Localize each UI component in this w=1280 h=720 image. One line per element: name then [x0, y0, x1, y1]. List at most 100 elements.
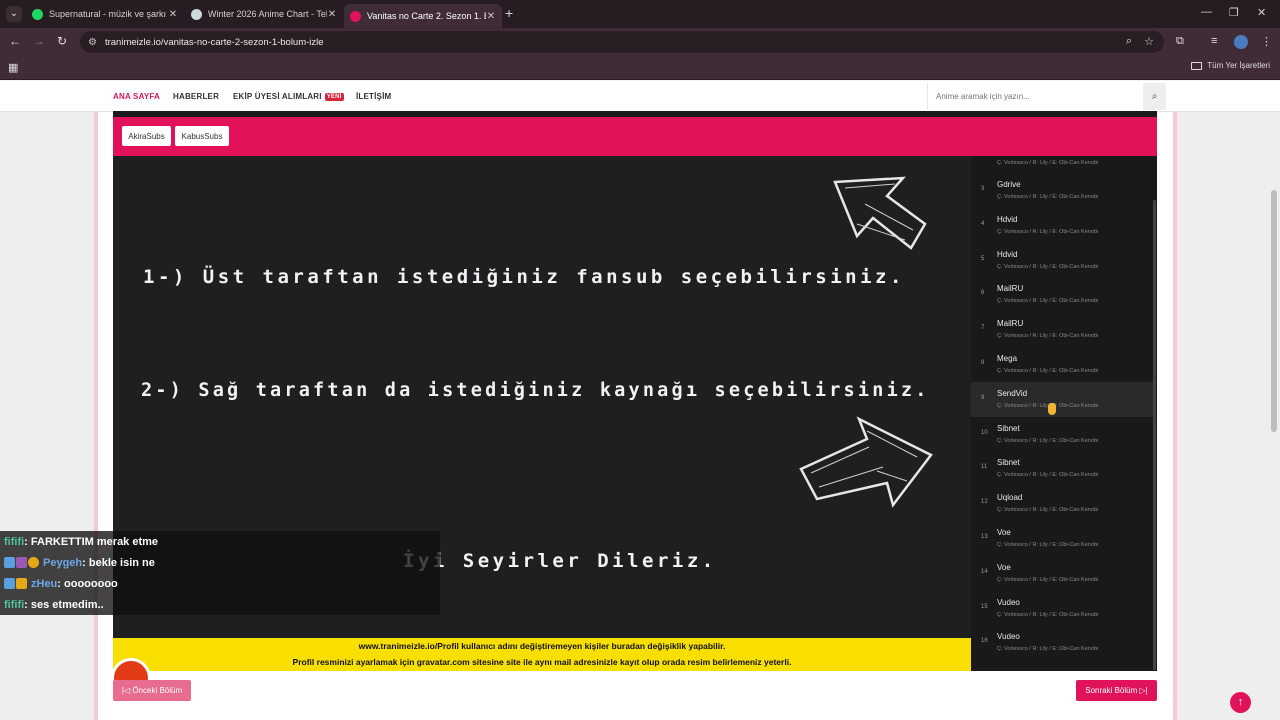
arrow-right-icon: [799, 416, 933, 508]
source-credit: Ç: Vorlessco / R: Lily / E: Obi-Can Keno…: [997, 437, 1099, 444]
source-item-sibnet[interactable]: 11 Sibnet Ç: Vorlessco / R: Lily / E: Obi-…: [971, 451, 1153, 486]
source-number: 13: [981, 534, 988, 540]
source-name: Sibnet: [997, 423, 1020, 433]
back-icon[interactable]: ←: [9, 34, 21, 48]
source-item-hdvid[interactable]: 4 Hdvid Ç: Vorlessco / R: Lily / E: Obi-Ca…: [971, 208, 1153, 243]
media-control-icon[interactable]: ≡: [1211, 35, 1217, 47]
folder-icon: [1191, 61, 1203, 70]
search-icon[interactable]: ⌕: [1143, 83, 1166, 110]
chat-message: zHeu : oooooooo: [0, 573, 440, 594]
scroll-top-icon[interactable]: ↑: [1230, 692, 1251, 713]
nav-staff-recruitment[interactable]: EKİP ÜYESİ ALIMLARI YENİ: [233, 92, 344, 101]
source-credit: Ç: Vorlessco / R: Lily / E: Obi-Can Keno…: [997, 542, 1099, 548]
source-credit: Ç: Vorlessco / R: Lily / E: Obi-Can Keno…: [997, 263, 1099, 270]
source-item-sendvid[interactable]: 9SendVidÇ: Vorlessco / R: Lily / E: Obi-…: [971, 381, 1153, 417]
profile-avatar[interactable]: [1234, 35, 1248, 49]
source-item-hdvid[interactable]: 5 Hdvid Ç: Vorlessco / R: Lily / E: Obi-Ca…: [971, 243, 1153, 278]
badge-icon: [4, 578, 15, 589]
source-credit: Ç: Vorlessco / R: Lily / E: Obi-Can Keno…: [997, 611, 1099, 618]
source-item-uqload[interactable]: 12 Uqload Ç: Vorlessco / R: Lily / E: Obi-…: [971, 486, 1153, 521]
minimize-icon[interactable]: —: [1201, 6, 1212, 18]
source-item-voe[interactable]: 14 Voe Ç: Vorlessco / R: Lily / E: Obi-Can…: [971, 556, 1153, 591]
zoom-icon[interactable]: ⌕: [1126, 35, 1132, 48]
search-input[interactable]: [936, 92, 1136, 101]
browser-tab-spotify[interactable]: Supernatural - müzik ve şarkı sö ✕: [26, 4, 184, 24]
window-close-icon[interactable]: ✕: [1257, 6, 1266, 19]
source-credit: Ç: Vorlessco / R: Lily / E: Obi-Can Keno…: [997, 368, 1099, 374]
source-name: MailRU: [997, 284, 1024, 294]
close-icon[interactable]: ✕: [327, 9, 337, 20]
source-name: SendVid: [997, 388, 1028, 398]
tab-search-icon[interactable]: ⌄: [6, 6, 22, 22]
source-item-voe[interactable]: 13 Voe Ç: Vorlessco / R: Lily / E: Obi-Can…: [971, 521, 1153, 556]
source-name: Mega: [997, 354, 1018, 363]
chat-username: fififi: [4, 598, 25, 611]
source-number: 6: [981, 290, 985, 297]
reload-icon[interactable]: ↻: [57, 34, 67, 48]
source-item-vudeo[interactable]: 15 Vudeo Ç: Vorlessco / R: Lily / E: Obi-C…: [971, 591, 1153, 626]
source-credit: Ç: Vorlessco / R: Lily / E: Obi-Can Keno…: [997, 160, 1099, 166]
restore-icon[interactable]: ❐: [1229, 6, 1239, 19]
source-number: 10: [981, 429, 988, 436]
globe-icon: [191, 8, 202, 20]
source-name: Vudeo: [997, 632, 1020, 642]
video-instruction-2: 2-) Sağ taraftan da istediğiniz kaynağı …: [141, 380, 930, 401]
previous-episode-button[interactable]: |◁ Önceki Bölüm: [113, 680, 191, 701]
browser-tab-anichart[interactable]: Winter 2026 Anime Chart - Tele ✕: [185, 4, 343, 24]
source-item-sibnet[interactable]: 10 Sibnet Ç: Vorlessco / R: Lily / E: Obi-…: [971, 417, 1153, 452]
nav-home[interactable]: ANA SAYFA: [113, 92, 160, 101]
source-number: 5: [981, 255, 985, 262]
spotify-icon: [32, 8, 43, 20]
chat-username: Peygeh: [43, 556, 83, 569]
source-credit: Ç: Vorlessco / R: Lily / E: Obi-Can Keno…: [997, 646, 1099, 653]
source-name: Vudeo: [997, 597, 1020, 607]
source-credit: Ç: Vorlessco / R: Lily / E: Obi-Can Keno…: [997, 228, 1099, 235]
all-bookmarks-label: Tüm Yer İşaretleri: [1207, 61, 1270, 70]
page-scrollbar[interactable]: [1271, 190, 1277, 432]
arrow-up-left-icon: [833, 176, 927, 250]
source-item-mega[interactable]: 8 Mega Ç: Vorlessco / R: Lily / E: Obi-Can…: [971, 347, 1153, 382]
chat-message: fififi : FARKETTIM merak etme: [0, 531, 440, 552]
url-text[interactable]: tranimeizle.io/vanitas-no-carte-2-sezon-…: [105, 37, 324, 48]
source-credit: Ç: Vorlessco / R: Lily / E: Obi-Can Keno…: [997, 194, 1099, 200]
badge-icon: [16, 578, 27, 589]
nav-staff-label: EKİP ÜYESİ ALIMLARI: [233, 92, 322, 101]
source-number: 7: [981, 325, 985, 332]
chat-text: : bekle isin ne: [82, 556, 155, 569]
chat-message: fififi : ses etmedim..: [0, 594, 440, 615]
bookmark-star-icon[interactable]: ☆: [1144, 35, 1154, 48]
all-bookmarks[interactable]: Tüm Yer İşaretleri: [1191, 61, 1270, 70]
fansub-akirasubs-button[interactable]: AkiraSubs: [122, 126, 171, 146]
browser-tabstrip: ⌄ Supernatural - müzik ve şarkı sö ✕ Win…: [0, 0, 1280, 28]
address-bar[interactable]: ⚙ tranimeizle.io/vanitas-no-carte-2-sezo…: [80, 31, 1164, 53]
source-item-mailru[interactable]: 6 MailRU Ç: Vorlessco / R: Lily / E: Obi-C…: [971, 277, 1153, 312]
close-icon[interactable]: ✕: [486, 11, 496, 22]
source-list-scrollbar[interactable]: [1153, 200, 1156, 670]
content-border-right: [1173, 112, 1177, 720]
browser-tab-vanitas[interactable]: Vanitas no Carte 2. Sezon 1. Bö ✕: [344, 4, 502, 28]
tab-title: Vanitas no Carte 2. Sezon 1. Bö: [367, 11, 486, 21]
nav-contact[interactable]: İLETİŞİM: [356, 92, 391, 101]
fansub-kabussubs-button[interactable]: KabusSubs: [175, 126, 229, 146]
menu-icon[interactable]: ⋮: [1261, 35, 1272, 48]
source-name: Voe: [997, 562, 1011, 572]
extensions-icon[interactable]: ⧉: [1176, 35, 1184, 48]
source-item-gdrive[interactable]: 3 Gdrive Ç: Vorlessco / R: Lily / E: Obi-C…: [971, 173, 1153, 208]
source-name: Voe: [997, 528, 1011, 537]
source-credit: Ç: Vorlessco / R: Lily / E: Obi-Can Keno…: [997, 298, 1099, 305]
source-item-mailru[interactable]: 7 MailRU Ç: Vorlessco / R: Lily / E: Obi-C…: [971, 312, 1153, 347]
source-credit: Ç: Vorlessco / R: Lily / E: Obi-Can Keno…: [997, 472, 1099, 479]
new-tab-icon[interactable]: +: [505, 5, 513, 21]
apps-grid-icon[interactable]: ▦: [8, 61, 18, 74]
site-info-icon[interactable]: ⚙: [88, 37, 97, 48]
next-episode-button[interactable]: Sonraki Bölüm ▷|: [1076, 680, 1157, 701]
tab-title: Winter 2026 Anime Chart - Tele: [208, 9, 327, 19]
source-number: 11: [981, 464, 988, 471]
profile-notice: www.tranimeizle.io/Profil kullanıcı adın…: [113, 638, 971, 671]
source-number: 16: [981, 638, 988, 645]
source-item-vudeo[interactable]: 16 Vudeo Ç: Vorlessco / R: Lily / E: Obi-C…: [971, 625, 1153, 660]
source-list: Ç: Vorlessco / R: Lily / E: Obi-Can Keno…: [971, 156, 1157, 671]
close-icon[interactable]: ✕: [168, 9, 178, 20]
nav-news[interactable]: HABERLER: [173, 92, 219, 101]
forward-icon[interactable]: →: [33, 34, 45, 48]
